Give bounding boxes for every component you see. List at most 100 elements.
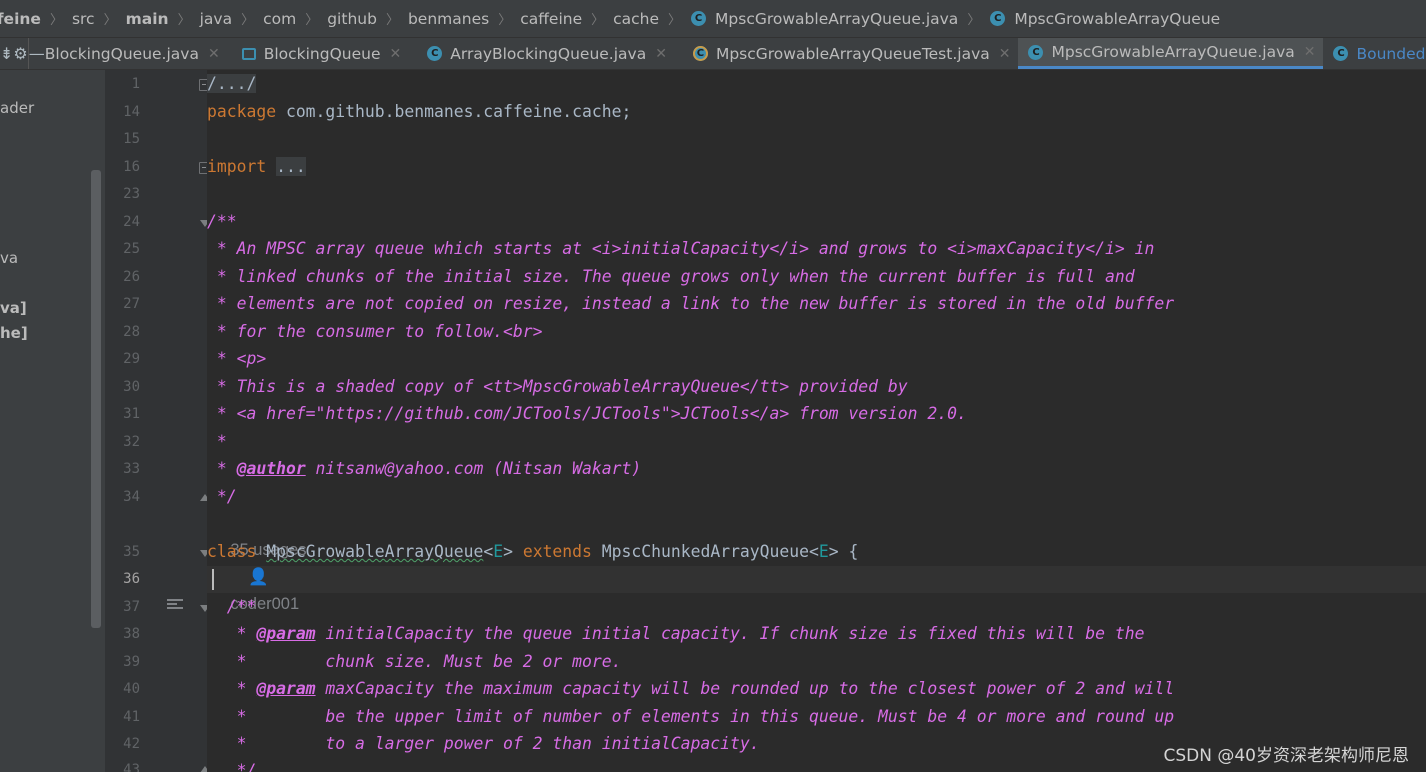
line-number: 40 bbox=[123, 681, 140, 697]
line-number: 28 bbox=[123, 324, 140, 340]
folded-region[interactable]: /.../ bbox=[207, 74, 257, 93]
code-line: * chunk size. Must be 2 or more. bbox=[207, 652, 622, 671]
code-line: * linked chunks of the initial size. The… bbox=[207, 267, 1135, 286]
breadcrumb-item-github[interactable]: github 〉 bbox=[322, 9, 403, 29]
line-number: 29 bbox=[123, 351, 140, 367]
code-line: * This is a shaded copy of <tt>MpscGrowa… bbox=[207, 377, 908, 396]
line-number: 23 bbox=[123, 186, 140, 202]
code-vision-inlay[interactable]: 35 usages 👤 coder001 bbox=[212, 510, 306, 613]
line-number: 1 bbox=[131, 76, 140, 92]
close-icon[interactable]: ✕ bbox=[655, 46, 667, 62]
class-icon: C bbox=[1028, 44, 1044, 60]
editor-gutter: 1 14 15 16 23 24 25 26 27 28 29 30 31 32… bbox=[105, 70, 213, 772]
chevron-right-icon: 〉 bbox=[591, 13, 605, 28]
chevron-right-icon: 〉 bbox=[103, 13, 117, 28]
code-line: * for the consumer to follow.<br> bbox=[207, 322, 543, 341]
collapse-all-icon[interactable]: ⇟ bbox=[0, 38, 13, 69]
code-line: /** bbox=[207, 597, 257, 616]
tab-blocking-queue-java[interactable]: BlockingQueue.java ✕ bbox=[45, 38, 228, 69]
close-icon[interactable]: ✕ bbox=[208, 46, 220, 62]
interface-icon bbox=[241, 47, 256, 60]
chevron-right-icon: 〉 bbox=[177, 13, 191, 28]
breadcrumb-item-src[interactable]: src 〉 bbox=[67, 9, 121, 29]
tab-array-blocking-queue-java[interactable]: C ArrayBlockingQueue.java ✕ bbox=[409, 38, 675, 69]
code-line: * elements are not copied on resize, ins… bbox=[207, 294, 1175, 313]
chevron-right-icon: 〉 bbox=[498, 13, 512, 28]
render-doc-icon[interactable] bbox=[167, 599, 183, 613]
code-line: * @param initialCapacity the queue initi… bbox=[207, 624, 1145, 643]
line-number-current: 36 bbox=[123, 571, 140, 587]
line-number: 27 bbox=[123, 296, 140, 312]
chevron-right-icon: 〉 bbox=[668, 13, 682, 28]
breadcrumb-item-cache[interactable]: cache 〉 bbox=[608, 9, 685, 29]
line-number: 14 bbox=[123, 104, 140, 120]
close-icon[interactable]: ✕ bbox=[1304, 44, 1316, 60]
breadcrumb-item-main[interactable]: main 〉 bbox=[121, 9, 195, 29]
line-number: 16 bbox=[123, 159, 140, 175]
close-icon[interactable]: ✕ bbox=[999, 46, 1011, 62]
folded-imports[interactable]: ... bbox=[276, 157, 306, 176]
project-tree-item[interactable]: va bbox=[0, 249, 18, 267]
breadcrumb-item-java[interactable]: java 〉 bbox=[195, 9, 259, 29]
code-line: /.../ bbox=[207, 70, 257, 97]
code-line: */ bbox=[207, 761, 257, 772]
project-panel: ader va va] he] bbox=[0, 70, 105, 772]
test-class-icon: C bbox=[692, 46, 708, 61]
code-line: * An MPSC array queue which starts at <i… bbox=[207, 239, 1155, 258]
code-line: /** bbox=[207, 212, 237, 231]
line-number: 34 bbox=[123, 489, 140, 505]
class-icon: C bbox=[691, 11, 707, 26]
line-number: 39 bbox=[123, 654, 140, 670]
code-line: * @param maxCapacity the maximum capacit… bbox=[207, 679, 1175, 698]
line-number: 35 bbox=[123, 544, 140, 560]
breadcrumb-item-class[interactable]: C MpscGrowableArrayQueue bbox=[984, 10, 1225, 28]
chevron-right-icon: 〉 bbox=[967, 13, 981, 28]
minimize-icon[interactable]: — bbox=[29, 38, 45, 69]
code-editor[interactable]: /.../ package com.github.benmanes.caffei… bbox=[207, 70, 1426, 772]
project-tree-item[interactable]: va] bbox=[0, 299, 27, 317]
tab-blocking-queue[interactable]: BlockingQueue ✕ bbox=[228, 38, 410, 69]
class-icon: C bbox=[427, 46, 443, 61]
class-icon: C bbox=[990, 11, 1006, 26]
chevron-right-icon: 〉 bbox=[241, 13, 255, 28]
project-tree-item[interactable]: he] bbox=[0, 324, 28, 342]
line-number: 25 bbox=[123, 241, 140, 257]
line-number: 38 bbox=[123, 626, 140, 642]
breadcrumb-item-benmanes[interactable]: benmanes 〉 bbox=[403, 9, 515, 29]
chevron-right-icon: 〉 bbox=[305, 13, 319, 28]
code-line: * bbox=[207, 432, 227, 451]
line-number: 33 bbox=[123, 461, 140, 477]
code-line: package com.github.benmanes.caffeine.cac… bbox=[207, 102, 632, 121]
line-number: 26 bbox=[123, 269, 140, 285]
code-line: */ bbox=[207, 487, 237, 506]
line-number: 42 bbox=[123, 736, 140, 752]
tab-mpsc-growable-array-queue-test-java[interactable]: C MpscGrowableArrayQueueTest.java ✕ bbox=[675, 38, 1019, 69]
breadcrumb-item-caffeine[interactable]: caffeine 〉 bbox=[515, 9, 608, 29]
line-number: 37 bbox=[123, 599, 140, 615]
line-number: 24 bbox=[123, 214, 140, 230]
project-tree-item[interactable]: ader bbox=[0, 99, 34, 117]
code-line: * <p> bbox=[207, 349, 267, 368]
code-line: * <a href="https://github.com/JCTools/JC… bbox=[207, 404, 967, 423]
project-panel-scrollbar[interactable] bbox=[91, 170, 101, 628]
code-line: class MpscGrowableArrayQueue<E> extends … bbox=[207, 542, 859, 561]
line-number: 43 bbox=[123, 762, 140, 772]
breadcrumb-item-com[interactable]: com 〉 bbox=[258, 9, 322, 29]
gear-icon[interactable]: ⚙ bbox=[13, 38, 29, 69]
tab-mpsc-growable-array-queue-java[interactable]: C MpscGrowableArrayQueue.java ✕ bbox=[1018, 38, 1324, 69]
line-number: 15 bbox=[123, 131, 140, 147]
watermark: CSDN @40岁资深老架构师尼恩 bbox=[1163, 746, 1409, 766]
code-line: * @author nitsanw@yahoo.com (Nitsan Waka… bbox=[207, 459, 642, 478]
breadcrumb-item-module[interactable]: ffeine〉 bbox=[0, 9, 67, 29]
breadcrumb-item-file[interactable]: C MpscGrowableArrayQueue.java 〉 bbox=[685, 9, 984, 28]
breadcrumb: ffeine〉 src〉 main〉 java〉 com〉 github〉 be… bbox=[0, 0, 1426, 38]
user-icon: 👤 bbox=[248, 568, 269, 586]
code-line: * to a larger power of 2 than initialCap… bbox=[207, 734, 760, 753]
code-line: import ... bbox=[207, 157, 306, 176]
tab-bounded[interactable]: C Bounded bbox=[1323, 38, 1426, 69]
code-line: * be the upper limit of number of elemen… bbox=[207, 707, 1175, 726]
line-number: 30 bbox=[123, 379, 140, 395]
close-icon[interactable]: ✕ bbox=[390, 46, 402, 62]
line-number: 31 bbox=[123, 406, 140, 422]
chevron-right-icon: 〉 bbox=[385, 13, 399, 28]
